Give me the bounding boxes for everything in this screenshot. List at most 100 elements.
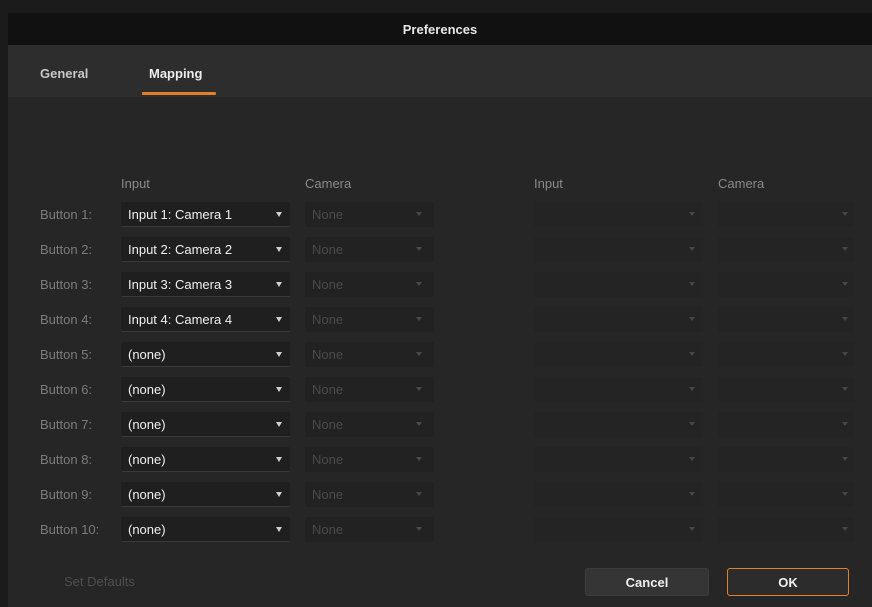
chevron-down-icon <box>842 352 848 356</box>
input-dropdown-2[interactable] <box>534 272 703 297</box>
input-dropdown-value: (none) <box>128 382 166 397</box>
camera-dropdown-2[interactable] <box>718 342 854 367</box>
button-label: Button 8: <box>40 452 93 467</box>
chevron-down-icon <box>276 212 282 217</box>
button-label: Button 3: <box>40 277 93 292</box>
camera-dropdown-2[interactable] <box>718 202 854 227</box>
camera-dropdown[interactable]: None <box>305 307 434 332</box>
chevron-down-icon <box>276 422 282 427</box>
tab-general[interactable]: General <box>40 66 88 81</box>
input-dropdown-value: (none) <box>128 487 166 502</box>
chevron-down-icon <box>689 212 695 216</box>
input-dropdown-value: (none) <box>128 452 166 467</box>
chevron-down-icon <box>689 387 695 391</box>
input-dropdown[interactable]: Input 1: Camera 1 <box>121 202 290 227</box>
chevron-down-icon <box>416 282 422 286</box>
input-dropdown[interactable]: (none) <box>121 447 290 472</box>
chevron-down-icon <box>689 317 695 321</box>
chevron-down-icon <box>416 492 422 496</box>
input-dropdown-2[interactable] <box>534 377 703 402</box>
input-dropdown[interactable]: (none) <box>121 342 290 367</box>
input-dropdown-value: Input 4: Camera 4 <box>128 312 233 327</box>
button-label: Button 5: <box>40 347 93 362</box>
ok-button[interactable]: OK <box>727 568 849 596</box>
camera-dropdown-2[interactable] <box>718 272 854 297</box>
input-dropdown[interactable]: Input 4: Camera 4 <box>121 307 290 332</box>
chevron-down-icon <box>842 422 848 426</box>
input-dropdown[interactable]: Input 3: Camera 3 <box>121 272 290 297</box>
chevron-down-icon <box>689 492 695 496</box>
chevron-down-icon <box>689 282 695 286</box>
button-label: Button 10: <box>40 522 100 537</box>
input-dropdown[interactable]: Input 2: Camera 2 <box>121 237 290 262</box>
camera-dropdown-value: None <box>312 312 344 327</box>
camera-dropdown-value: None <box>312 522 344 537</box>
input-dropdown-value: (none) <box>128 347 166 362</box>
window-titlebar: Preferences <box>8 13 872 45</box>
button-label: Button 4: <box>40 312 93 327</box>
chevron-down-icon <box>689 457 695 461</box>
input-dropdown-2[interactable] <box>534 482 703 507</box>
camera-dropdown[interactable]: None <box>305 272 434 297</box>
input-dropdown[interactable]: (none) <box>121 412 290 437</box>
input-dropdown-value: (none) <box>128 417 166 432</box>
input-dropdown-value: Input 3: Camera 3 <box>128 277 233 292</box>
button-label: Button 9: <box>40 487 93 502</box>
camera-dropdown[interactable]: None <box>305 447 434 472</box>
input-dropdown[interactable]: (none) <box>121 482 290 507</box>
input-dropdown-2[interactable] <box>534 412 703 437</box>
button-label: Button 2: <box>40 242 93 257</box>
input-dropdown-2[interactable] <box>534 342 703 367</box>
chevron-down-icon <box>416 247 422 251</box>
cancel-button[interactable]: Cancel <box>585 568 709 596</box>
tab-bar: General Mapping <box>8 45 872 97</box>
camera-dropdown-2[interactable] <box>718 377 854 402</box>
camera-dropdown-2[interactable] <box>718 517 854 542</box>
input-dropdown-2[interactable] <box>534 447 703 472</box>
chevron-down-icon <box>842 492 848 496</box>
input-column-header-2: Input <box>534 176 563 191</box>
chevron-down-icon <box>276 527 282 532</box>
camera-dropdown-2[interactable] <box>718 482 854 507</box>
chevron-down-icon <box>842 387 848 391</box>
chevron-down-icon <box>276 457 282 462</box>
camera-dropdown-2[interactable] <box>718 237 854 262</box>
camera-dropdown[interactable]: None <box>305 342 434 367</box>
input-dropdown-value: Input 2: Camera 2 <box>128 242 233 257</box>
camera-dropdown-2[interactable] <box>718 412 854 437</box>
input-dropdown-2[interactable] <box>534 517 703 542</box>
camera-dropdown[interactable]: None <box>305 237 434 262</box>
camera-dropdown-2[interactable] <box>718 447 854 472</box>
tab-mapping[interactable]: Mapping <box>149 66 202 81</box>
camera-dropdown[interactable]: None <box>305 377 434 402</box>
input-dropdown-2[interactable] <box>534 237 703 262</box>
camera-column-header-2: Camera <box>718 176 765 191</box>
chevron-down-icon <box>416 352 422 356</box>
input-dropdown-2[interactable] <box>534 202 703 227</box>
chevron-down-icon <box>842 282 848 286</box>
button-label: Button 1: <box>40 207 93 222</box>
active-tab-indicator <box>142 92 216 95</box>
camera-dropdown[interactable]: None <box>305 517 434 542</box>
chevron-down-icon <box>416 317 422 321</box>
input-column-header: Input <box>121 176 150 191</box>
window-title: Preferences <box>402 21 478 37</box>
camera-dropdown[interactable]: None <box>305 482 434 507</box>
chevron-down-icon <box>276 387 282 392</box>
chevron-down-icon <box>276 352 282 357</box>
input-dropdown[interactable]: (none) <box>121 517 290 542</box>
input-dropdown[interactable]: (none) <box>121 377 290 402</box>
set-defaults-button[interactable]: Set Defaults <box>64 574 135 589</box>
camera-dropdown-value: None <box>312 242 344 257</box>
chevron-down-icon <box>416 422 422 426</box>
chevron-down-icon <box>842 212 848 216</box>
input-dropdown-2[interactable] <box>534 307 703 332</box>
camera-dropdown-value: None <box>312 452 344 467</box>
camera-dropdown-2[interactable] <box>718 307 854 332</box>
camera-dropdown[interactable]: None <box>305 202 434 227</box>
chevron-down-icon <box>842 527 848 531</box>
button-label: Button 6: <box>40 382 93 397</box>
chevron-down-icon <box>842 457 848 461</box>
camera-dropdown[interactable]: None <box>305 412 434 437</box>
chevron-down-icon <box>276 317 282 322</box>
